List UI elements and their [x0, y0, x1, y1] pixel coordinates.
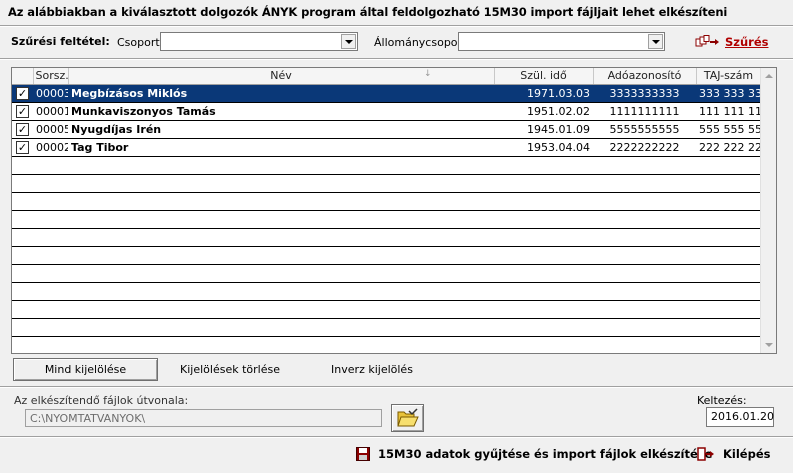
empty-cell	[12, 264, 761, 283]
table-row-empty	[12, 300, 761, 319]
row-checkbox[interactable]: ✓	[16, 86, 29, 100]
col-header-sorsz[interactable]: Sorsz. ↓	[33, 68, 69, 85]
row-checkbox[interactable]: ✓	[16, 104, 29, 118]
filter-button-label: Szűrés	[725, 35, 769, 49]
staff-group-combo[interactable]	[458, 32, 665, 51]
browse-folder-button[interactable]	[391, 404, 424, 432]
selection-divider	[0, 386, 793, 388]
cell-szul: 1953.04.04	[494, 138, 593, 157]
table-row-empty	[12, 264, 761, 283]
grid-scrollbar[interactable]	[760, 68, 776, 353]
table-row[interactable]: ✓ 00005 Nyugdíjas Irén 1945.01.09 5555555555…	[12, 120, 761, 139]
exit-button[interactable]: Kilépés	[697, 444, 770, 464]
invert-selection-button[interactable]: Inverz kijelölés	[304, 358, 440, 381]
row-checkbox[interactable]: ✓	[16, 122, 29, 136]
generate-import-button[interactable]: 15M30 adatok gyűjtése és import fájlok e…	[356, 444, 712, 464]
table-row-empty	[12, 174, 761, 193]
output-divider	[0, 436, 793, 438]
date-label: Keltezés:	[697, 394, 747, 407]
row-checkbox-cell[interactable]: ✓	[12, 102, 33, 121]
col-header-ado[interactable]: Adóazonosító	[593, 68, 697, 85]
clear-selection-button[interactable]: Kijelölések törlése	[160, 358, 300, 381]
cell-szul: 1951.02.02	[494, 102, 593, 121]
row-checkbox-cell[interactable]: ✓	[12, 84, 33, 103]
staff-group-label: Állománycsoport:	[374, 36, 471, 49]
cell-taj: 333 333 333	[696, 84, 761, 103]
path-label: Az elkészítendő fájlok útvonala:	[14, 394, 189, 407]
employee-grid[interactable]: Sorsz. ↓ Név↓ Szül. idő Adóazonosító TAJ…	[11, 67, 777, 354]
filter-divider	[0, 58, 793, 60]
cell-ado: 1111111111	[593, 102, 696, 121]
cell-ado: 5555555555	[593, 120, 696, 139]
header-divider	[0, 25, 793, 27]
floppy-disk-icon	[356, 447, 370, 461]
row-checkbox-cell[interactable]: ✓	[12, 120, 33, 139]
cell-sorsz: 00005	[33, 120, 68, 139]
cell-sorsz: 00002	[33, 138, 68, 157]
cell-szul: 1945.01.09	[494, 120, 593, 139]
table-row[interactable]: ✓ 00003 Megbízásos Miklós 1971.03.03 3333333…	[12, 84, 761, 103]
folder-open-icon	[396, 408, 419, 427]
group-label: Csoport:	[117, 36, 164, 49]
select-all-button[interactable]: Mind kijelölése	[13, 358, 158, 381]
empty-cell	[12, 282, 761, 301]
filter-section-label: Szűrési feltétel:	[11, 35, 110, 48]
cell-sorsz: 00001	[33, 102, 68, 121]
filter-arrow-icon	[695, 35, 719, 47]
page-title: Az alábbiakban a kiválasztott dolgozók Á…	[8, 5, 728, 19]
col-header-check[interactable]	[12, 68, 34, 85]
filter-button[interactable]: Szűrés	[695, 33, 773, 51]
cell-taj: 111 111 111	[696, 102, 761, 121]
table-row-empty	[12, 192, 761, 211]
cell-sorsz: 00003	[33, 84, 68, 103]
cell-taj: 222 222 222	[696, 138, 761, 157]
cell-nev: Tag Tibor	[68, 138, 494, 157]
cell-ado: 3333333333	[593, 84, 696, 103]
table-row-empty	[12, 282, 761, 301]
table-row-empty	[12, 156, 761, 175]
employee-table: Sorsz. ↓ Név↓ Szül. idő Adóazonosító TAJ…	[12, 68, 762, 337]
cell-nev: Nyugdíjas Irén	[68, 120, 494, 139]
row-checkbox-cell[interactable]: ✓	[12, 138, 33, 157]
empty-cell	[12, 228, 761, 247]
cell-taj: 555 555 555	[696, 120, 761, 139]
exit-label: Kilépés	[723, 447, 771, 461]
table-row-empty	[12, 210, 761, 229]
row-checkbox[interactable]: ✓	[16, 140, 29, 154]
chevron-down-icon[interactable]	[341, 34, 356, 49]
cell-szul: 1971.03.03	[494, 84, 593, 103]
generate-import-label: 15M30 adatok gyűjtése és import fájlok e…	[378, 447, 713, 461]
cell-nev: Munkaviszonyos Tamás	[68, 102, 494, 121]
path-field[interactable]: C:\NYOMTATVANYOK\	[25, 409, 382, 427]
chevron-down-icon[interactable]	[648, 34, 663, 49]
table-row-empty	[12, 228, 761, 247]
table-row[interactable]: ✓ 00002 Tag Tibor 1953.04.04 2222222222 222 2…	[12, 138, 761, 157]
empty-cell	[12, 156, 761, 175]
cell-nev: Megbízásos Miklós	[68, 84, 494, 103]
scroll-up-icon[interactable]	[761, 68, 776, 84]
scroll-down-icon[interactable]	[761, 337, 776, 353]
table-header-row: Sorsz. ↓ Név↓ Szül. idő Adóazonosító TAJ…	[12, 68, 762, 85]
empty-cell	[12, 174, 761, 193]
group-combo[interactable]	[160, 32, 358, 51]
empty-cell	[12, 246, 761, 265]
table-row-empty	[12, 246, 761, 265]
table-row[interactable]: ✓ 00001 Munkaviszonyos Tamás 1951.02.02 1111…	[12, 102, 761, 121]
col-header-taj[interactable]: TAJ-szám	[696, 68, 762, 85]
empty-cell	[12, 300, 761, 319]
table-row-empty	[12, 318, 761, 337]
date-field[interactable]: 2016.01.20	[706, 407, 774, 427]
cell-ado: 2222222222	[593, 138, 696, 157]
exit-door-icon	[697, 447, 714, 461]
col-header-szul[interactable]: Szül. idő	[494, 68, 594, 85]
empty-cell	[12, 210, 761, 229]
empty-cell	[12, 192, 761, 211]
col-header-nev[interactable]: Név ↓	[68, 68, 495, 85]
empty-cell	[12, 318, 761, 337]
